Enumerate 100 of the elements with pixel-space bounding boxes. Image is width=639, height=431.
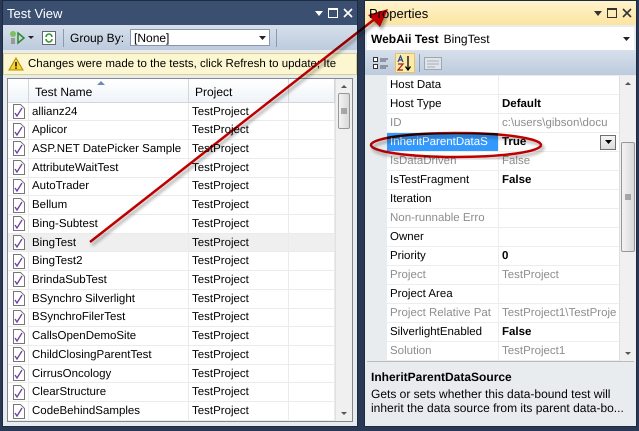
test-project: TestProject bbox=[189, 178, 289, 196]
property-name[interactable]: Priority bbox=[387, 247, 499, 265]
test-row[interactable]: BingTest TestProject bbox=[8, 234, 335, 252]
test-name: Bing-Subtest bbox=[29, 214, 189, 233]
test-icon bbox=[12, 178, 24, 194]
test-row[interactable]: CodeBehindSamples TestProject bbox=[8, 402, 335, 421]
test-project: TestProject bbox=[189, 364, 289, 382]
test-name: BSynchroFilerTest bbox=[29, 308, 189, 326]
test-project: TestProject bbox=[189, 308, 289, 326]
test-row[interactable]: CirrusOncology TestProject bbox=[8, 364, 335, 384]
test-project: TestProject bbox=[189, 158, 289, 177]
dropdown-icon[interactable] bbox=[594, 10, 602, 16]
test-project: TestProject bbox=[189, 252, 289, 270]
property-value: False bbox=[502, 326, 532, 338]
test-name: BingTest bbox=[29, 234, 189, 252]
property-value: True bbox=[502, 136, 526, 148]
property-name[interactable]: Owner bbox=[387, 228, 499, 246]
property-value: TestProject1\TestProje bbox=[502, 307, 616, 319]
test-row[interactable]: Bellum TestProject bbox=[8, 196, 335, 215]
test-project: TestProject bbox=[189, 234, 289, 252]
test-row[interactable]: ChildClosingParentTest TestProject bbox=[8, 346, 335, 365]
test-project: TestProject bbox=[189, 327, 289, 345]
test-icon bbox=[12, 347, 24, 362]
sort-alphabetical-icon[interactable] bbox=[395, 52, 415, 72]
test-project: TestProject bbox=[189, 196, 289, 214]
close-icon[interactable] bbox=[622, 8, 632, 18]
description-title: InheritParentDataSource bbox=[371, 370, 513, 384]
test-project: TestProject bbox=[189, 290, 289, 308]
test-row[interactable]: AutoTrader TestProject bbox=[8, 178, 335, 196]
dropdown-icon[interactable] bbox=[315, 10, 323, 16]
test-project: TestProject bbox=[189, 102, 289, 120]
test-icon bbox=[12, 216, 24, 232]
property-name[interactable]: Host Type bbox=[387, 95, 499, 113]
test-icon bbox=[12, 235, 24, 250]
run-icon[interactable] bbox=[9, 30, 35, 46]
test-row[interactable]: BingTest2 TestProject bbox=[8, 252, 335, 272]
dropdown-button[interactable] bbox=[600, 134, 616, 150]
test-project: TestProject bbox=[189, 383, 289, 402]
caret-icon bbox=[259, 36, 266, 40]
test-name: BrindaSubTest bbox=[29, 271, 189, 289]
test-row[interactable]: BSynchroFilerTest TestProject bbox=[8, 308, 335, 328]
scrollbar[interactable] bbox=[335, 79, 352, 421]
test-name: ClearStructure bbox=[29, 383, 189, 402]
property-value: TestProject1 bbox=[502, 345, 566, 357]
test-icon bbox=[12, 366, 24, 382]
column-header[interactable]: Test Name bbox=[29, 79, 189, 102]
property-name[interactable]: SilverlightEnabled bbox=[387, 323, 499, 341]
property-value: False bbox=[502, 174, 532, 186]
test-row[interactable]: allianz24 TestProject bbox=[8, 102, 335, 122]
test-project: TestProject bbox=[189, 402, 289, 420]
test-project: TestProject bbox=[189, 271, 289, 289]
test-icon bbox=[12, 328, 24, 344]
property-value: False bbox=[502, 155, 530, 167]
test-icon bbox=[12, 404, 24, 419]
test-name: BSynchro Silverlight bbox=[29, 290, 189, 308]
test-name: Bellum bbox=[29, 196, 189, 214]
object-selector[interactable]: WebAii Test BingTest bbox=[367, 27, 634, 50]
refresh-icon[interactable] bbox=[41, 30, 57, 46]
scrollbar[interactable] bbox=[619, 76, 636, 361]
test-icon bbox=[12, 198, 24, 213]
property-name[interactable]: IsTestFragment bbox=[387, 171, 499, 189]
test-name: AttributeWaitTest bbox=[29, 158, 189, 177]
test-name: ASP.NET DatePicker Sample bbox=[29, 140, 189, 158]
group-by-label: Group By: bbox=[70, 30, 124, 44]
test-name: BingTest2 bbox=[29, 252, 189, 270]
test-name: ChildClosingParentTest bbox=[29, 346, 189, 364]
caret-icon bbox=[604, 140, 612, 144]
property-value: 0 bbox=[502, 250, 508, 262]
test-name: CallsOpenDemoSite bbox=[29, 327, 189, 345]
group-by-dropdown[interactable]: [None] bbox=[130, 29, 270, 46]
test-row[interactable]: CallsOpenDemoSite TestProject bbox=[8, 327, 335, 346]
test-icon bbox=[12, 254, 24, 269]
test-name: allianz24 bbox=[29, 102, 189, 120]
test-icon bbox=[12, 291, 24, 306]
property-name[interactable]: Project Area bbox=[387, 285, 499, 303]
property-name[interactable]: Iteration bbox=[387, 190, 499, 208]
description-text: Gets or sets whether this data-bound test will inherit the data source from its parent data-bo... bbox=[371, 387, 625, 415]
property-value: Default bbox=[502, 98, 541, 110]
panel-title: Test View bbox=[7, 6, 64, 20]
test-name: CirrusOncology bbox=[29, 364, 189, 382]
test-row[interactable]: AttributeWaitTest TestProject bbox=[8, 158, 335, 178]
grip-icon bbox=[341, 108, 347, 114]
caret-icon bbox=[623, 36, 630, 40]
column-header[interactable]: Project bbox=[189, 79, 289, 102]
test-row[interactable]: BSynchro Silverlight TestProject bbox=[8, 290, 335, 309]
test-project: TestProject bbox=[189, 214, 289, 233]
test-name: AutoTrader bbox=[29, 178, 189, 196]
test-project: TestProject bbox=[189, 346, 289, 364]
warning-icon bbox=[8, 57, 24, 71]
test-name: Aplicor bbox=[29, 121, 189, 140]
test-row[interactable]: ClearStructure TestProject bbox=[8, 383, 335, 402]
sort-arrow-icon bbox=[97, 81, 105, 85]
test-icon bbox=[12, 141, 24, 156]
test-icon bbox=[12, 104, 24, 120]
test-name: CodeBehindSamples bbox=[29, 402, 189, 420]
test-icon bbox=[12, 384, 24, 400]
test-icon bbox=[12, 272, 24, 288]
test-row[interactable]: BrindaSubTest TestProject bbox=[8, 271, 335, 290]
maximize-icon[interactable] bbox=[607, 8, 617, 18]
property-name[interactable]: Host Data bbox=[387, 76, 499, 94]
